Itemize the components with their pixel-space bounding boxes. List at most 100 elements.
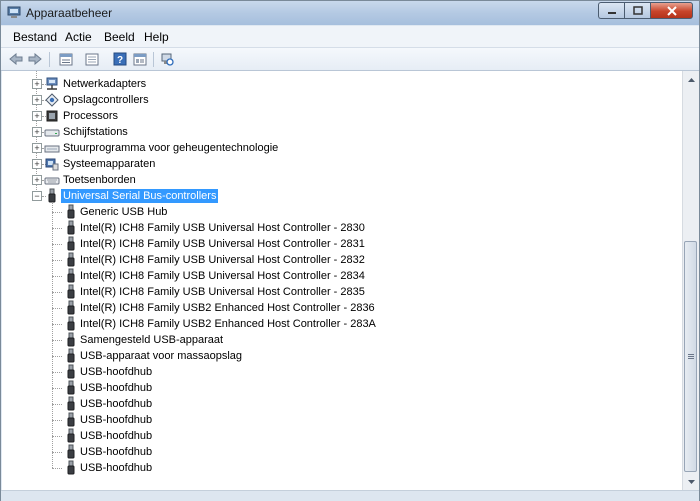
- tree-guide-line: [52, 372, 62, 374]
- tree-device-label[interactable]: USB-hoofdhub: [80, 397, 152, 411]
- tree-expand-button[interactable]: +: [32, 95, 42, 105]
- properties-button[interactable]: [58, 51, 74, 67]
- usb-device-icon: [67, 236, 75, 251]
- usb-device-icon: [67, 332, 75, 347]
- tree-device-label[interactable]: USB-hoofdhub: [80, 461, 152, 475]
- tree-device-label[interactable]: USB-hoofdhub: [80, 429, 152, 443]
- scroll-up-button[interactable]: [683, 71, 699, 88]
- usb-device-icon: [67, 268, 75, 283]
- maximize-button[interactable]: [624, 2, 650, 19]
- tree-guide-line: [52, 388, 62, 390]
- usb-device-icon: [67, 428, 75, 443]
- tree-category-label[interactable]: Systeemapparaten: [63, 157, 155, 171]
- window-title: Apparaatbeheer: [26, 6, 113, 20]
- vertical-scrollbar[interactable]: [682, 71, 699, 490]
- usb-device-icon: [67, 204, 75, 219]
- tree-category-label-selected[interactable]: Universal Serial Bus-controllers: [61, 189, 219, 203]
- close-icon: [666, 5, 677, 16]
- usb-device-icon: [67, 444, 75, 459]
- update-driver-button[interactable]: [84, 51, 100, 67]
- tree-device-label[interactable]: Generic USB Hub: [80, 205, 167, 219]
- maximize-icon: [632, 6, 643, 15]
- disk-drive-icon: [44, 129, 60, 137]
- menu-bar: Bestand Actie Beeld Help: [1, 26, 699, 48]
- menu-help[interactable]: Help: [144, 30, 169, 44]
- tree-category-label[interactable]: Netwerkadapters: [63, 77, 146, 91]
- scan-hardware-icon: [161, 53, 174, 66]
- scrollbar-grip: [688, 354, 694, 355]
- scroll-down-arrow-icon: [687, 479, 695, 484]
- toolbar-separator: [153, 52, 154, 67]
- tree-expand-button[interactable]: +: [32, 175, 42, 185]
- menu-beeld[interactable]: Beeld: [104, 30, 135, 44]
- details-view-icon: [133, 53, 147, 65]
- tree-guide-line: [52, 276, 62, 278]
- tree-device-label[interactable]: Intel(R) ICH8 Family USB2 Enhanced Host …: [80, 301, 375, 315]
- scroll-down-button[interactable]: [683, 473, 699, 490]
- tree-device-label[interactable]: USB-hoofdhub: [80, 381, 152, 395]
- help-icon: ?: [113, 52, 127, 66]
- tree-collapse-button[interactable]: −: [32, 191, 42, 201]
- minimize-button[interactable]: [598, 2, 624, 19]
- device-manager-window: Apparaatbeheer Bestand Actie Beeld Help: [0, 0, 700, 501]
- storage-controller-icon: [45, 93, 59, 107]
- scan-hardware-button[interactable]: [159, 51, 175, 67]
- usb-device-icon: [67, 300, 75, 315]
- usb-device-icon: [67, 460, 75, 475]
- tree-device-label[interactable]: Intel(R) ICH8 Family USB Universal Host …: [80, 269, 365, 283]
- tree-guide-line: [52, 436, 62, 438]
- tree-category-label[interactable]: Opslagcontrollers: [63, 93, 149, 107]
- usb-device-icon: [67, 396, 75, 411]
- forward-arrow-icon: [28, 53, 42, 65]
- status-bar: [1, 490, 699, 501]
- tree-device-label[interactable]: Samengesteld USB-apparaat: [80, 333, 223, 347]
- back-button[interactable]: [8, 51, 24, 67]
- usb-device-icon: [67, 364, 75, 379]
- tree-guide-line: [52, 324, 62, 326]
- forward-button[interactable]: [27, 51, 43, 67]
- svg-text:?: ?: [117, 55, 123, 66]
- scrollbar-grip: [688, 358, 694, 359]
- toolbar: ?: [1, 48, 699, 71]
- minimize-icon: [607, 11, 616, 14]
- tree-category-label[interactable]: Schijfstations: [63, 125, 128, 139]
- tree-category-label[interactable]: Toetsenborden: [63, 173, 136, 187]
- tree-guide-line: [52, 260, 62, 262]
- tree-guide-line: [52, 202, 54, 468]
- tree-expand-button[interactable]: +: [32, 159, 42, 169]
- details-view-button[interactable]: [132, 51, 148, 67]
- menu-bestand[interactable]: Bestand: [13, 30, 57, 44]
- tree-expand-button[interactable]: +: [32, 143, 42, 153]
- tree-device-label[interactable]: Intel(R) ICH8 Family USB Universal Host …: [80, 237, 365, 251]
- tree-guide-line: [52, 212, 62, 214]
- close-button[interactable]: [650, 2, 693, 19]
- tree-guide-line: [52, 292, 62, 294]
- properties-list-icon: [59, 53, 73, 65]
- tree-expand-button[interactable]: +: [32, 79, 42, 89]
- tree-guide-line: [52, 308, 62, 310]
- help-button[interactable]: ?: [112, 51, 128, 67]
- usb-device-icon: [67, 284, 75, 299]
- tree-device-label[interactable]: Intel(R) ICH8 Family USB Universal Host …: [80, 221, 365, 235]
- caption-buttons: [598, 2, 693, 19]
- title-bar[interactable]: Apparaatbeheer: [1, 1, 699, 25]
- tree-device-label[interactable]: Intel(R) ICH8 Family USB2 Enhanced Host …: [80, 317, 376, 331]
- tree-device-label[interactable]: USB-hoofdhub: [80, 365, 152, 379]
- tree-device-label[interactable]: Intel(R) ICH8 Family USB Universal Host …: [80, 253, 365, 267]
- device-tree[interactable]: + Netwerkadapters + Opslagcontrollers + Proce…: [2, 71, 682, 490]
- tree-guide-line: [52, 452, 62, 454]
- tree-guide-line: [52, 356, 62, 358]
- tree-guide-line: [52, 228, 62, 230]
- tree-device-label[interactable]: USB-hoofdhub: [80, 413, 152, 427]
- tree-device-label[interactable]: Intel(R) ICH8 Family USB Universal Host …: [80, 285, 365, 299]
- tree-device-label[interactable]: USB-apparaat voor massaopslag: [80, 349, 242, 363]
- tree-expand-button[interactable]: +: [32, 111, 42, 121]
- menu-actie[interactable]: Actie: [65, 30, 92, 44]
- scrollbar-thumb[interactable]: [684, 241, 697, 472]
- tree-guide-line: [52, 340, 62, 342]
- tree-guide-line: [52, 244, 62, 246]
- tree-device-label[interactable]: USB-hoofdhub: [80, 445, 152, 459]
- tree-expand-button[interactable]: +: [32, 127, 42, 137]
- tree-category-label[interactable]: Processors: [63, 109, 118, 123]
- tree-category-label[interactable]: Stuurprogramma voor geheugentechnologie: [63, 141, 278, 155]
